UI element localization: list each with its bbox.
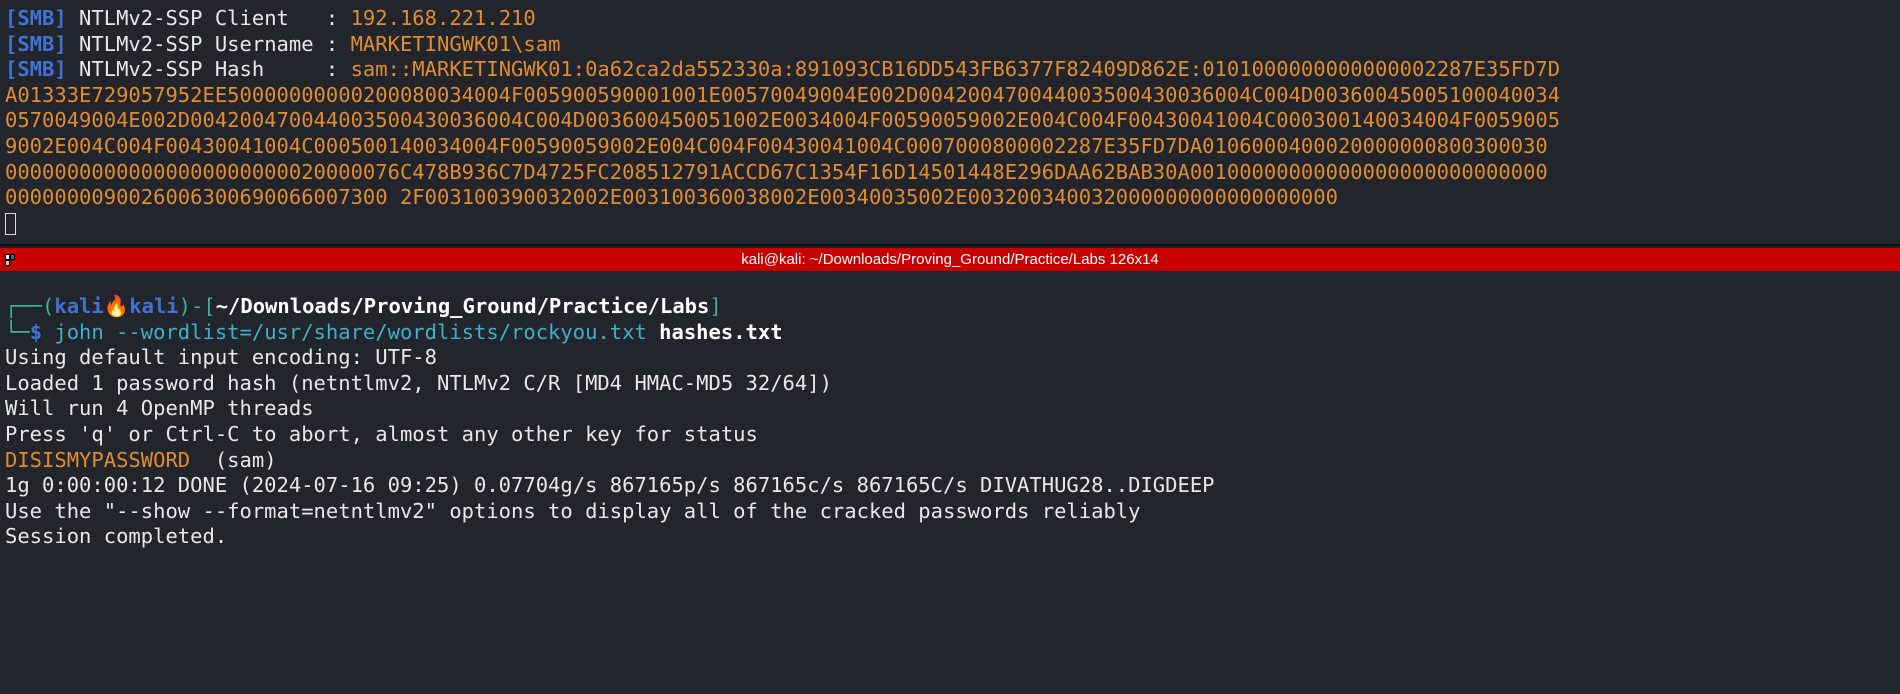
bottom-terminal-pane[interactable]: ┌──(kali🔥kali)-[~/Downloads/Proving_Grou… bbox=[0, 272, 1900, 694]
bottom-terminal-output: ┌──(kali🔥kali)-[~/Downloads/Proving_Grou… bbox=[5, 294, 1215, 550]
cracked-user: (sam) bbox=[190, 447, 277, 472]
terminal-menu-icon[interactable] bbox=[5, 254, 17, 266]
output-line: Loaded 1 password hash (netntlmv2, NTLMv… bbox=[5, 370, 832, 395]
output-line: Using default input encoding: UTF-8 bbox=[5, 345, 437, 370]
terminal-title: kali@kali: ~/Downloads/Proving_Ground/Pr… bbox=[741, 251, 1159, 268]
cracked-line: DISISMYPASSWORD (sam) bbox=[5, 448, 1215, 474]
top-terminal-output: [SMB] NTLMv2-SSP Client : 192.168.221.21… bbox=[5, 6, 1560, 236]
top-terminal-pane[interactable]: [SMB] NTLMv2-SSP Client : 192.168.221.21… bbox=[0, 0, 1900, 244]
hash-continuation: 00000000000000000000000020000076C478B936… bbox=[5, 159, 1548, 184]
hash-continuation: 0000000090026006300690066007300 2F003100… bbox=[5, 185, 1338, 210]
smb-username-line: [SMB] NTLMv2-SSP Username : MARKETINGWK0… bbox=[5, 31, 561, 56]
terminal-cursor bbox=[5, 212, 16, 235]
output-line: Use the "--show --format=netntlmv2" opti… bbox=[5, 498, 1141, 523]
command-text: john --wordlist=/usr/share/wordlists/roc… bbox=[54, 319, 647, 344]
pane-divider[interactable] bbox=[0, 244, 1900, 246]
hash-continuation: 9002E004C004F00430041004C000500140034004… bbox=[5, 133, 1548, 158]
smb-hash-line: [SMB] NTLMv2-SSP Hash : sam::MARKETINGWK… bbox=[5, 57, 1561, 82]
flame-icon: 🔥 bbox=[103, 294, 130, 318]
cracked-password: DISISMYPASSWORD bbox=[5, 447, 191, 472]
prompt-line-2: └─$ john --wordlist=/usr/share/wordlists… bbox=[5, 319, 783, 344]
terminal-titlebar[interactable]: kali@kali: ~/Downloads/Proving_Ground/Pr… bbox=[0, 248, 1900, 271]
hash-continuation: 0570049004E002D0042004700440035004300360… bbox=[5, 108, 1561, 133]
output-line: Session completed. bbox=[5, 524, 228, 549]
prompt-line-1: ┌──(kali🔥kali)-[~/Downloads/Proving_Grou… bbox=[5, 294, 722, 318]
output-line: 1g 0:00:00:12 DONE (2024-07-16 09:25) 0.… bbox=[5, 473, 1215, 498]
output-line: Press 'q' or Ctrl-C to abort, almost any… bbox=[5, 421, 758, 446]
hash-continuation: A01333E729057952EE5000000000020008003400… bbox=[5, 82, 1561, 107]
command-arg: hashes.txt bbox=[659, 319, 783, 344]
smb-client-line: [SMB] NTLMv2-SSP Client : 192.168.221.21… bbox=[5, 6, 536, 30]
output-line: Will run 4 OpenMP threads bbox=[5, 396, 314, 421]
